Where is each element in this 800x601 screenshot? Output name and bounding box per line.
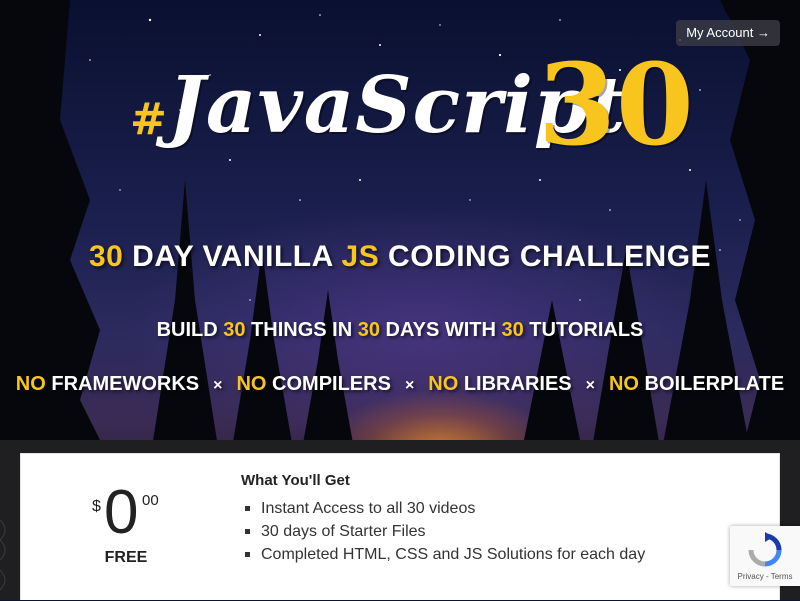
subline-text-1: BUILD [156, 319, 224, 341]
logo-number: 30 [538, 40, 694, 171]
price-box: $ 0 00 FREE [21, 454, 221, 601]
no-label: NO [428, 373, 459, 395]
no-libraries: LIBRARIES [463, 373, 572, 395]
price-cents: 00 [142, 492, 159, 509]
recaptcha-icon [748, 532, 782, 567]
page-subline: BUILD 30 THINGS IN 30 DAYS WITH 30 TUTOR… [0, 319, 800, 342]
no-frameworks: FRAMEWORKS [51, 373, 200, 395]
separator: × [213, 377, 223, 394]
no-dependencies-row: NO FRAMEWORKS × NO COMPILERS × NO LIBRARIES ×… [0, 373, 800, 396]
no-label: NO [608, 373, 639, 395]
no-label: NO [236, 373, 267, 395]
subline-text-3: DAYS WITH [380, 319, 502, 341]
price-label: FREE [104, 549, 148, 566]
price-amount: 0 [104, 478, 139, 547]
headline-30: 30 [88, 240, 124, 273]
headline-text-a: DAY VANILLA [123, 240, 342, 273]
no-compilers: COMPILERS [272, 373, 391, 395]
headline-text-b: CODING CHALLENGE [379, 240, 712, 273]
feature-item: Completed HTML, CSS and JS Solutions for… [241, 543, 741, 566]
headline-js: JS [341, 240, 380, 273]
subline-text-4: TUTORIALS [523, 319, 644, 341]
logo-hash: # [130, 94, 167, 145]
features-title: What You'll Get [241, 472, 350, 489]
features-list: What You'll Get Instant Access to all 30… [241, 472, 741, 566]
page-headline: 30 DAY VANILLA JS CODING CHALLENGE [0, 240, 800, 274]
subline-num-3: 30 [501, 319, 524, 341]
feature-item: Instant Access to all 30 videos [241, 497, 741, 520]
pricing-card: $ 0 00 FREE What You'll Get Instant Acce… [20, 453, 780, 600]
subline-num-1: 30 [223, 319, 246, 341]
price-currency: $ [92, 498, 101, 515]
javascript30-logo: # JavaScript 30 [130, 40, 694, 171]
subline-text-2: THINGS IN [245, 319, 358, 341]
separator: × [585, 377, 595, 394]
no-label: NO [15, 373, 46, 395]
subline-num-2: 30 [357, 319, 380, 341]
no-boilerplate: BOILERPLATE [644, 373, 785, 395]
feature-item: 30 days of Starter Files [241, 520, 741, 543]
recaptcha-badge[interactable]: Privacy - Terms [730, 526, 800, 586]
separator: × [404, 377, 415, 394]
recaptcha-links[interactable]: Privacy - Terms [730, 572, 800, 581]
